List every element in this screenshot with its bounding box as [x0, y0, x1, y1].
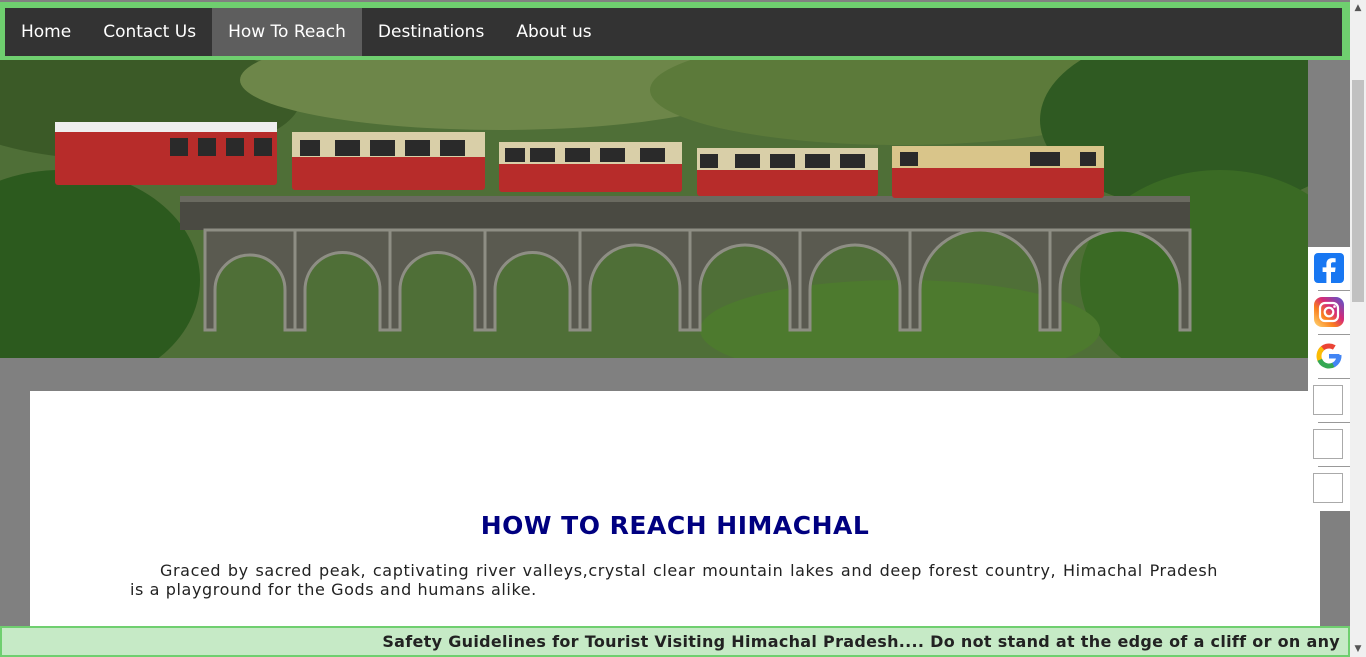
safety-marquee: Safety Guidelines for Tourist Visiting H…: [0, 626, 1350, 657]
navbar: Home Contact Us How To Reach Destination…: [0, 2, 1350, 60]
broken-image-icon[interactable]: [1313, 385, 1343, 415]
scroll-up-arrow-icon[interactable]: ▲: [1350, 0, 1366, 16]
nav-menu: Home Contact Us How To Reach Destination…: [5, 8, 1342, 56]
nav-contact-us[interactable]: Contact Us: [87, 8, 212, 56]
scrollbar-thumb[interactable]: [1352, 80, 1364, 302]
nav-how-to-reach[interactable]: How To Reach: [212, 8, 362, 56]
divider: [1318, 466, 1350, 467]
nav-destinations[interactable]: Destinations: [362, 8, 500, 56]
facebook-icon[interactable]: [1312, 250, 1346, 286]
nav-home[interactable]: Home: [5, 8, 87, 56]
intro-paragraph: Graced by sacred peak, captivating river…: [130, 561, 1218, 599]
broken-image-icon[interactable]: [1313, 473, 1343, 503]
divider: [1318, 378, 1350, 379]
divider: [1318, 334, 1350, 335]
scroll-down-arrow-icon[interactable]: ▼: [1350, 641, 1366, 657]
instagram-icon[interactable]: [1312, 294, 1346, 330]
divider: [1318, 422, 1350, 423]
google-icon[interactable]: [1312, 338, 1346, 374]
hero-illustration: [0, 60, 1308, 358]
content-card: HOW TO REACH HIMACHAL Graced by sacred p…: [30, 391, 1320, 631]
social-sidebar: [1308, 247, 1350, 511]
content-section: HOW TO REACH HIMACHAL Graced by sacred p…: [0, 358, 1350, 631]
marquee-text: Safety Guidelines for Tourist Visiting H…: [382, 632, 1340, 651]
broken-image-icon[interactable]: [1313, 429, 1343, 459]
page-heading: HOW TO REACH HIMACHAL: [480, 511, 870, 540]
hero-banner-image: [0, 60, 1308, 358]
page-scrollbar[interactable]: ▲ ▼: [1350, 0, 1366, 657]
divider: [1318, 290, 1350, 291]
nav-about-us[interactable]: About us: [500, 8, 607, 56]
